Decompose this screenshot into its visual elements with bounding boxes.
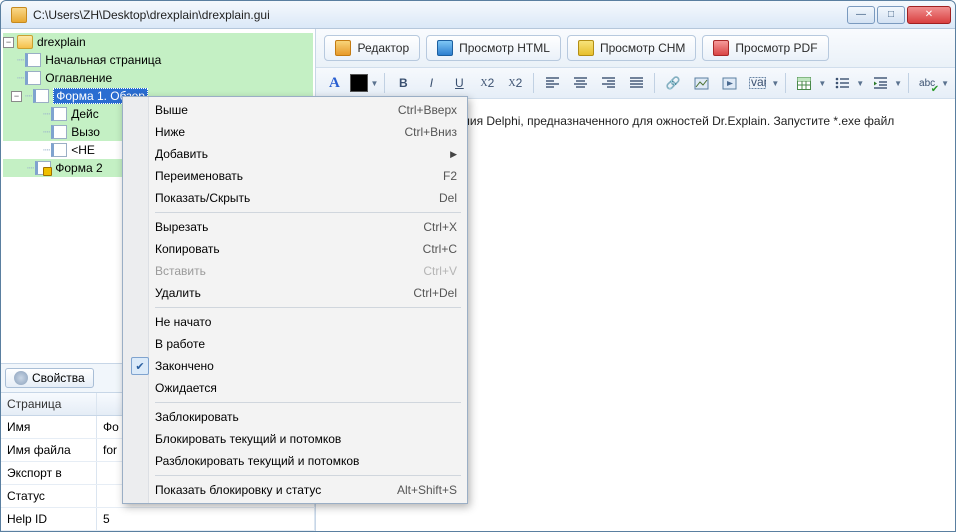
check-icon: ✔ — [131, 357, 149, 375]
tree-label: Дейс — [71, 107, 99, 121]
chevron-down-icon[interactable]: ▼ — [370, 79, 378, 88]
superscript-button[interactable]: X2 — [503, 72, 527, 94]
page-icon — [51, 143, 67, 157]
pdf-tab[interactable]: Просмотр PDF — [702, 35, 828, 61]
video-button[interactable] — [717, 72, 741, 94]
variable-button[interactable]: var — [745, 72, 769, 94]
ctx-unlock-children[interactable]: Разблокировать текущий и потомков — [125, 450, 465, 472]
align-center-button[interactable] — [568, 72, 592, 94]
ctx-status-notstarted[interactable]: Не начато — [125, 311, 465, 333]
chm-tab[interactable]: Просмотр CHM — [567, 35, 696, 61]
font-color-button[interactable]: A — [322, 72, 346, 94]
list-button[interactable] — [830, 72, 854, 94]
image-button[interactable] — [689, 72, 713, 94]
ctx-up[interactable]: ВышеCtrl+Вверх — [125, 99, 465, 121]
ctx-status-waiting[interactable]: Ожидается — [125, 377, 465, 399]
tree-label: Оглавление — [45, 71, 112, 85]
ctx-add[interactable]: Добавить▶ — [125, 143, 465, 165]
collapse-icon[interactable]: − — [11, 91, 22, 102]
html-icon — [437, 40, 453, 56]
chevron-down-icon[interactable]: ▼ — [894, 79, 902, 88]
html-tab[interactable]: Просмотр HTML — [426, 35, 561, 61]
pdf-icon — [713, 40, 729, 56]
ctx-paste: ВставитьCtrl+V — [125, 260, 465, 282]
prop-key: Экспорт в — [1, 462, 97, 484]
editor-tab[interactable]: Редактор — [324, 35, 420, 61]
page-icon — [33, 89, 49, 103]
chevron-down-icon[interactable]: ▼ — [771, 79, 779, 88]
tree-label: <НЕ — [71, 143, 95, 157]
link-button[interactable]: 🔗 — [661, 72, 685, 94]
color-swatch[interactable] — [350, 74, 368, 92]
align-justify-button[interactable] — [624, 72, 648, 94]
tree-label: drexplain — [37, 35, 86, 49]
page-icon — [51, 125, 67, 139]
grid-row[interactable]: Help ID 5 — [1, 508, 315, 531]
prop-key: Имя — [1, 416, 97, 438]
tree-item[interactable]: ┈ Начальная страница — [3, 51, 313, 69]
app-icon — [11, 7, 27, 23]
ctx-show-lock-status[interactable]: Показать блокировку и статусAlt+Shift+S — [125, 479, 465, 501]
context-menu: ВышеCtrl+Вверх НижеCtrl+Вниз Добавить▶ П… — [122, 96, 468, 504]
page-lock-icon — [35, 161, 51, 175]
ctx-status-inprogress[interactable]: В работе — [125, 333, 465, 355]
chm-icon — [578, 40, 594, 56]
ctx-rename[interactable]: ПереименоватьF2 — [125, 165, 465, 187]
page-icon — [51, 107, 67, 121]
view-toolbar: Редактор Просмотр HTML Просмотр CHM Прос… — [316, 29, 955, 68]
collapse-icon[interactable]: − — [3, 37, 14, 48]
svg-text:var: var — [751, 77, 766, 89]
page-icon — [25, 71, 41, 85]
italic-button[interactable]: I — [419, 72, 443, 94]
tree-label: Начальная страница — [45, 53, 161, 67]
tree-item[interactable]: ┈ Оглавление — [3, 69, 313, 87]
subscript-button[interactable]: X2 — [475, 72, 499, 94]
gear-icon — [14, 371, 28, 385]
indent-button[interactable] — [868, 72, 892, 94]
table-button[interactable] — [792, 72, 816, 94]
ctx-cut[interactable]: ВырезатьCtrl+X — [125, 216, 465, 238]
maximize-button[interactable]: □ — [877, 6, 905, 24]
tree-label: Вызо — [71, 125, 100, 139]
spellcheck-button[interactable]: abc✔ — [915, 72, 939, 94]
chevron-down-icon[interactable]: ▼ — [856, 79, 864, 88]
prop-value[interactable]: 5 — [97, 508, 315, 530]
prop-key: Help ID — [1, 508, 97, 530]
align-left-button[interactable] — [540, 72, 564, 94]
ctx-down[interactable]: НижеCtrl+Вниз — [125, 121, 465, 143]
align-right-button[interactable] — [596, 72, 620, 94]
ctx-toggle[interactable]: Показать/СкрытьDel — [125, 187, 465, 209]
prop-key: Статус — [1, 485, 97, 507]
chevron-down-icon[interactable]: ▼ — [818, 79, 826, 88]
close-button[interactable]: ✕ — [907, 6, 951, 24]
underline-button[interactable]: U — [447, 72, 471, 94]
ctx-delete[interactable]: УдалитьCtrl+Del — [125, 282, 465, 304]
ctx-lock-children[interactable]: Блокировать текущий и потомков — [125, 428, 465, 450]
prop-key: Имя файла — [1, 439, 97, 461]
edit-icon — [335, 40, 351, 56]
minimize-button[interactable]: — — [847, 6, 875, 24]
folder-icon — [17, 35, 33, 49]
bold-button[interactable]: B — [391, 72, 415, 94]
ctx-status-done[interactable]: ✔Закончено — [125, 355, 465, 377]
submenu-arrow-icon: ▶ — [450, 149, 457, 160]
format-toolbar: A ▼ B I U X2 X2 🔗 var ▼ ▼ ▼ — [316, 68, 955, 99]
titlebar: C:\Users\ZH\Desktop\drexplain\drexplain.… — [1, 1, 955, 29]
ctx-copy[interactable]: КопироватьCtrl+C — [125, 238, 465, 260]
tree-label: Форма 2 — [55, 161, 102, 175]
tree-root[interactable]: − drexplain — [3, 33, 313, 51]
grid-header-page[interactable]: Страница — [1, 393, 97, 415]
ctx-lock[interactable]: Заблокировать — [125, 406, 465, 428]
properties-tab[interactable]: Свойства — [5, 368, 94, 388]
page-icon — [25, 53, 41, 67]
tab-label: Свойства — [32, 371, 85, 385]
window-title: C:\Users\ZH\Desktop\drexplain\drexplain.… — [33, 8, 847, 22]
chevron-down-icon[interactable]: ▼ — [941, 79, 949, 88]
